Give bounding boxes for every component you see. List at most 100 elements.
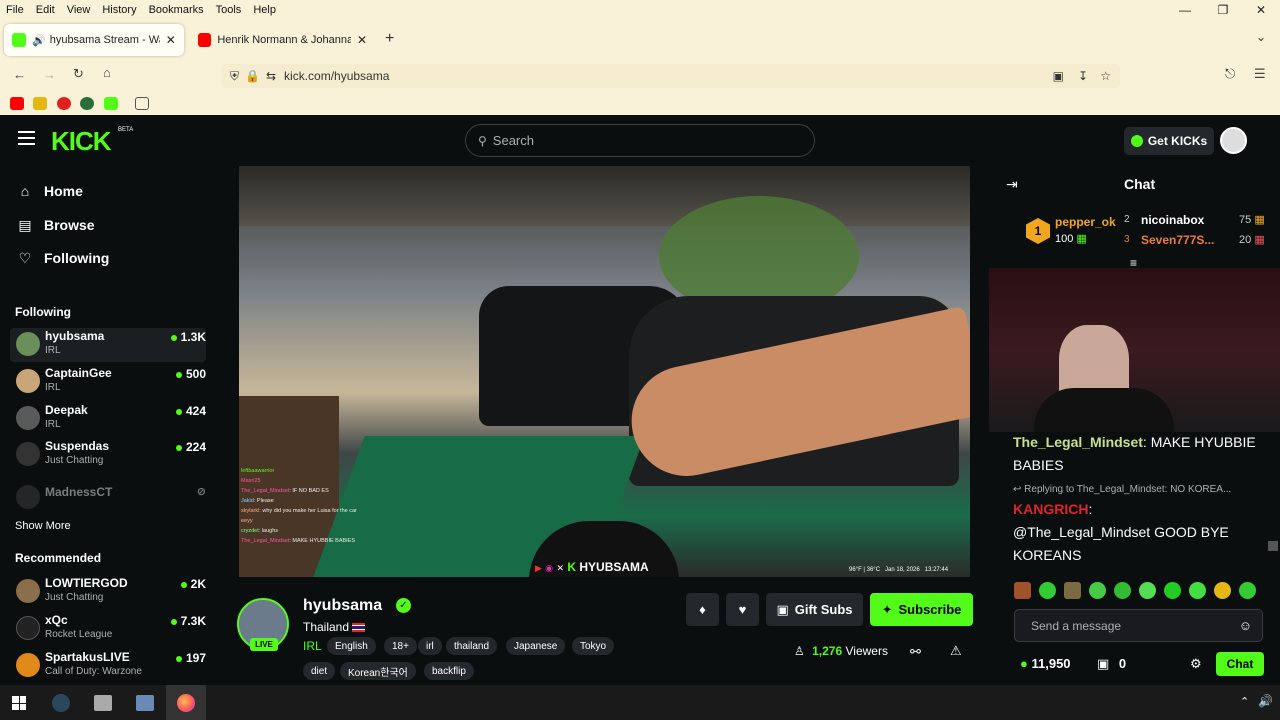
hamburger-menu-icon[interactable]: ☰ xyxy=(1254,66,1266,82)
following-channel-offline[interactable]: MadnessCT ⊘ xyxy=(10,481,206,515)
leader-name[interactable]: pepper_ok xyxy=(1055,215,1116,229)
url-bar[interactable]: ⛨ 🔒 ⇆ kick.com/hyubsama ▣ ↧ ☆ xyxy=(222,64,1120,88)
gift-counter[interactable]: ▣ 0 xyxy=(1097,656,1126,672)
notification-bell-button[interactable]: ♦ xyxy=(686,593,719,626)
stream-tag[interactable]: irl xyxy=(418,637,442,655)
user-avatar[interactable] xyxy=(1220,127,1247,154)
stream-tag[interactable]: thailand xyxy=(446,637,498,655)
menu-edit[interactable]: Edit xyxy=(36,4,55,16)
youtube-bookmark-icon[interactable] xyxy=(10,97,24,110)
home-icon[interactable]: ⌂ xyxy=(103,65,111,80)
stream-tag[interactable]: backflip xyxy=(424,662,474,680)
globe-bookmark-icon[interactable] xyxy=(80,97,94,110)
close-tab-icon[interactable]: ✕ xyxy=(166,33,176,47)
kick-logo[interactable]: KICK xyxy=(51,126,112,157)
reload-icon[interactable]: ↻ xyxy=(73,66,84,82)
stream-tag[interactable]: English xyxy=(327,637,376,655)
chat-username[interactable]: The_Legal_Mindset xyxy=(1013,434,1143,450)
bookmark-star-icon[interactable]: ☆ xyxy=(1100,69,1111,83)
share-icon[interactable]: ⚯ xyxy=(910,644,921,660)
stream-category[interactable]: IRL xyxy=(303,639,322,653)
chat-message-input[interactable]: Send a message ☺ xyxy=(1014,609,1263,642)
hamburger-icon[interactable] xyxy=(18,131,35,145)
show-more-button[interactable]: Show More xyxy=(15,520,71,532)
reply-context[interactable]: ↩ Replying to The_Legal_Mindset: NO KORE… xyxy=(1013,484,1263,495)
lock-icon[interactable]: 🔒 xyxy=(245,69,260,83)
firefox-taskbar-item[interactable] xyxy=(166,685,206,720)
stream-tag[interactable]: Japanese xyxy=(506,637,566,655)
search-input[interactable]: ⚲ Search xyxy=(465,124,815,157)
chat-username[interactable]: KANGRICH xyxy=(1013,501,1088,517)
kick-bookmark-icon[interactable] xyxy=(104,97,118,110)
collapse-chat-icon[interactable]: ⇥ xyxy=(1006,176,1018,193)
stream-tag[interactable]: Tokyo xyxy=(572,637,615,655)
chat-message[interactable]: KANGRICH: @The_Legal_Mindset GOOD BYE KO… xyxy=(1013,498,1258,567)
chevron-down-icon[interactable]: ⌄ xyxy=(1256,30,1266,44)
tab-kick[interactable]: 🔊 hyubsama Stream - Watch ✕ xyxy=(4,24,184,56)
following-channel[interactable]: hyubsama IRL 1.3K xyxy=(10,328,206,362)
shield-icon[interactable]: ⛨ xyxy=(230,69,239,84)
folder-icon[interactable] xyxy=(135,97,149,110)
leader-name[interactable]: Seven777S... xyxy=(1141,233,1214,247)
video-player[interactable]: 8กล 4695 leftbaawarrior Masri25 The_Lega… xyxy=(239,166,970,577)
subscribe-button[interactable]: ✦ Subscribe xyxy=(870,593,973,626)
menu-history[interactable]: History xyxy=(102,4,136,16)
streamer-name[interactable]: hyubsama xyxy=(303,597,382,615)
chat-settings-icon[interactable]: ⚙ xyxy=(1190,656,1202,672)
nav-home[interactable]: ⌂ Home xyxy=(16,179,83,203)
following-channel[interactable]: CaptainGee IRL 500 xyxy=(10,365,206,399)
new-tab-icon[interactable]: + xyxy=(385,30,394,48)
follow-button[interactable]: ♥ xyxy=(726,593,759,626)
recommended-channel[interactable]: LOWTIERGOD Just Chatting 2K xyxy=(10,575,206,609)
forward-icon[interactable]: → xyxy=(43,67,56,82)
volume-icon[interactable]: 🔊 xyxy=(1258,694,1273,708)
windows-start-icon[interactable] xyxy=(12,696,26,710)
close-icon[interactable]: ✕ xyxy=(1242,3,1280,17)
steam-icon[interactable] xyxy=(52,694,70,712)
emote-icon[interactable] xyxy=(1089,582,1106,599)
pip-icon[interactable]: ▣ xyxy=(1053,69,1064,83)
back-icon[interactable]: ← xyxy=(13,67,26,82)
stream-tag[interactable]: 18+ xyxy=(384,637,417,655)
extensions-icon[interactable]: ⎋ xyxy=(1225,66,1235,82)
emote-icon[interactable] xyxy=(1214,582,1231,599)
tray-chevron-icon[interactable]: ⌃ xyxy=(1240,695,1249,708)
following-channel[interactable]: Deepak IRL 424 xyxy=(10,402,206,436)
stream-tag[interactable]: Korean한국어 xyxy=(340,662,416,680)
chat-send-button[interactable]: Chat xyxy=(1216,652,1264,676)
emote-icon[interactable] xyxy=(1139,582,1156,599)
scrollbar-thumb[interactable] xyxy=(1268,541,1278,551)
emote-icon[interactable] xyxy=(1164,582,1181,599)
following-channel[interactable]: Suspendas Just Chatting 224 xyxy=(10,438,206,472)
menu-tools[interactable]: Tools xyxy=(216,4,242,16)
gift-subs-button[interactable]: ▣ Gift Subs xyxy=(766,593,863,626)
emote-icon[interactable] xyxy=(1189,582,1206,599)
stream-tag[interactable]: diet xyxy=(303,662,336,680)
recommended-channel[interactable]: xQc Rocket League 7.3K xyxy=(10,612,206,646)
leader-name[interactable]: nicoinabox xyxy=(1141,213,1204,227)
report-icon[interactable]: ⚠ xyxy=(950,643,962,659)
menu-help[interactable]: Help xyxy=(253,4,276,16)
permissions-icon[interactable]: ⇆ xyxy=(266,69,276,83)
app-icon[interactable] xyxy=(136,695,154,711)
tomato-bookmark-icon[interactable] xyxy=(57,97,71,110)
emote-icon[interactable] xyxy=(1239,582,1256,599)
emote-icon[interactable] xyxy=(1114,582,1131,599)
maximize-icon[interactable]: ❐ xyxy=(1204,3,1242,17)
emoji-icon[interactable]: ☺ xyxy=(1239,618,1252,633)
nav-browse[interactable]: ▤ Browse xyxy=(16,213,94,237)
chat-message[interactable]: The_Legal_Mindset: MAKE HYUBBIE BABIES xyxy=(1013,431,1258,477)
close-tab-icon[interactable]: ✕ xyxy=(357,33,367,47)
menu-file[interactable]: File xyxy=(6,4,24,16)
speaker-icon[interactable]: 🔊 xyxy=(32,34,46,47)
download-icon[interactable]: ↧ xyxy=(1078,69,1088,83)
imdb-bookmark-icon[interactable] xyxy=(33,97,47,110)
get-kicks-button[interactable]: Get KICKs xyxy=(1124,127,1214,155)
channel-points[interactable]: ● 11,950 xyxy=(1020,656,1071,671)
file-explorer-icon[interactable] xyxy=(94,695,112,711)
minimize-icon[interactable]: — xyxy=(1166,3,1204,17)
emote-icon[interactable] xyxy=(1014,582,1031,599)
menu-bookmarks[interactable]: Bookmarks xyxy=(149,4,204,16)
emote-icon[interactable] xyxy=(1064,582,1081,599)
recommended-channel[interactable]: SpartakusLIVE Call of Duty: Warzone 197 xyxy=(10,649,206,683)
